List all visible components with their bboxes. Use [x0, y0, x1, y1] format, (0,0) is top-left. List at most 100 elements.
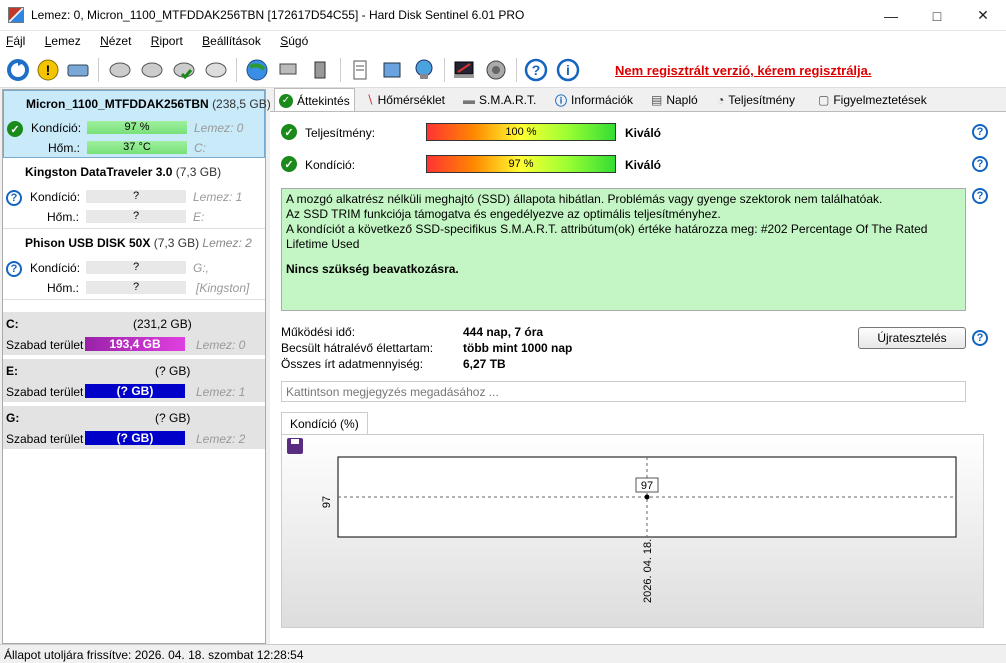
temperature-label: Hőm.: — [47, 281, 80, 295]
refresh-icon[interactable] — [4, 56, 32, 84]
written-label: Összes írt adatmennyiség: — [281, 357, 424, 371]
globe-icon[interactable] — [243, 56, 271, 84]
menu-help[interactable]: Súgó — [274, 31, 314, 48]
computer-icon[interactable] — [306, 56, 334, 84]
report-icon[interactable] — [346, 56, 374, 84]
volume-letter: C: — [6, 317, 19, 331]
menu-view[interactable]: Nézet — [94, 31, 137, 48]
disk-list-pane: Micron_1100_MTFDDAK256TBN (238,5 GB) ✓ K… — [2, 89, 271, 644]
volume-entry-g[interactable]: G: (? GB) Szabad terület (? GB) Lemez: 2 — [3, 406, 265, 450]
menu-settings[interactable]: Beállítások — [196, 31, 267, 48]
svg-text:?: ? — [532, 62, 541, 78]
status-help-icon[interactable]: ? — [972, 188, 988, 204]
condition-bar: ? — [86, 190, 186, 203]
info-icon[interactable]: i — [554, 56, 582, 84]
free-space-bar: 193,4 GB — [85, 337, 185, 351]
window-title: Lemez: 0, Micron_1100_MTFDDAK256TBN [172… — [31, 8, 525, 22]
chart-tab-condition[interactable]: Kondíció (%) — [281, 412, 368, 435]
chart-svg: 97 97 2026. 04. 18. — [287, 438, 957, 603]
svg-text:!: ! — [46, 62, 51, 78]
volume-entry-e[interactable]: E: (? GB) Szabad terület (? GB) Lemez: 1 — [3, 359, 265, 403]
disk-icon[interactable] — [64, 56, 92, 84]
condition-help-icon[interactable]: ? — [972, 156, 988, 172]
minimize-button[interactable]: — — [868, 0, 914, 31]
thermometer-icon: ∖ — [366, 93, 374, 107]
temperature-bar: 37 °C — [87, 141, 187, 154]
tab-log[interactable]: ▤ Napló — [647, 89, 702, 111]
temperature-bar: ? — [86, 210, 186, 223]
tab-performance[interactable]: ◔ Teljesítmény — [713, 89, 799, 111]
drive-letter: G:, — [193, 261, 210, 275]
close-button[interactable]: ✕ — [960, 0, 1006, 31]
volume-label: [Kingston] — [196, 281, 250, 295]
free-space-label: Szabad terület — [6, 338, 84, 352]
question-icon: ? — [6, 190, 22, 206]
disk-surface-icon[interactable] — [138, 56, 166, 84]
menu-file[interactable]: Fájl — [0, 31, 31, 48]
status-line: A kondíciót a következő SSD-specifikus S… — [286, 222, 928, 251]
disk-number: Lemez: 0 — [196, 338, 246, 352]
disk-name: Phison USB DISK 50X (7,3 GB) Lemez: 2 — [25, 236, 252, 250]
uptime-label: Működési idő: — [281, 325, 356, 339]
disk-tools-icon[interactable] — [202, 56, 230, 84]
app-icon — [8, 7, 24, 23]
menu-report[interactable]: Riport — [145, 31, 189, 48]
performance-rating: Kiváló — [625, 126, 662, 140]
condition-label: Kondíció: — [30, 190, 81, 204]
menu-disk[interactable]: Lemez — [39, 31, 87, 48]
y-tick-label: 97 — [321, 496, 333, 508]
disk-entry-1[interactable]: Kingston DataTraveler 3.0 (7,3 GB) ? Kon… — [3, 159, 265, 229]
retest-button[interactable]: Újratesztelés — [858, 327, 966, 349]
status-line: A mozgó alkatrész nélküli meghajtó (SSD)… — [286, 192, 883, 206]
condition-rating: Kiváló — [625, 158, 662, 172]
sound-icon[interactable] — [482, 56, 510, 84]
ok-check-icon: ✓ — [7, 121, 23, 137]
disk-entry-2[interactable]: Phison USB DISK 50X (7,3 GB) Lemez: 2 ? … — [3, 230, 265, 300]
temperature-label: Hőm.: — [47, 210, 80, 224]
disk-entry-0[interactable]: Micron_1100_MTFDDAK256TBN (238,5 GB) ✓ K… — [3, 90, 271, 158]
temperature-bar: ? — [86, 281, 186, 294]
help-icon[interactable]: ? — [522, 56, 550, 84]
volume-entry-c[interactable]: C: (231,2 GB) Szabad terület 193,4 GB Le… — [3, 312, 265, 356]
disk-ok-icon[interactable] — [170, 56, 198, 84]
volume-size: (231,2 GB) — [133, 317, 192, 331]
tab-alerts[interactable]: ▢ Figyelmeztetések — [814, 89, 931, 111]
volume-size: (? GB) — [155, 411, 191, 425]
free-space-bar: (? GB) — [85, 384, 185, 398]
svg-text:i: i — [566, 62, 570, 78]
alerts-icon: ▢ — [818, 93, 830, 107]
monitor-icon[interactable] — [450, 56, 478, 84]
performance-ok-icon: ✓ — [281, 124, 297, 140]
tab-information[interactable]: ⓘ Információk — [551, 89, 637, 111]
send-report-icon[interactable] — [378, 56, 406, 84]
comment-input[interactable]: Kattintson megjegyzés megadásához ... — [281, 381, 966, 402]
smart-icon: ▬ — [463, 93, 475, 107]
register-link[interactable]: Nem regisztrált verzió, kérem regisztrál… — [615, 63, 872, 78]
performance-help-icon[interactable]: ? — [972, 124, 988, 140]
condition-label: Kondíció: — [305, 158, 356, 172]
network-disk-icon[interactable] — [274, 56, 302, 84]
tab-bar: ✓ Áttekintés ∖ Hőmérséklet ▬ S.M.A.R.T. ⓘ In… — [270, 88, 1006, 112]
retest-help-icon[interactable]: ? — [972, 330, 988, 346]
data-point — [644, 494, 650, 500]
tab-smart[interactable]: ▬ S.M.A.R.T. — [459, 89, 540, 111]
condition-chart: 97 97 2026. 04. 18. — [281, 434, 984, 628]
disk-name: Kingston DataTraveler 3.0 (7,3 GB) — [25, 165, 222, 179]
condition-bar: ? — [86, 261, 186, 274]
disk-number: Lemez: 0 — [194, 121, 244, 135]
tab-overview[interactable]: ✓ Áttekintés — [274, 88, 355, 112]
web-report-icon[interactable] — [410, 56, 438, 84]
disk-number: Lemez: 2 — [196, 432, 246, 446]
overview-panel: ✓ Teljesítmény: 100 % Kiváló ? ✓ Kondíci… — [270, 111, 1006, 644]
drive-letter: C: — [194, 141, 206, 155]
drive-letter: E: — [193, 210, 205, 224]
x-tick-label: 2026. 04. 18. — [642, 539, 654, 603]
alert-icon[interactable]: ! — [34, 56, 62, 84]
tab-temperature[interactable]: ∖ Hőmérséklet — [362, 89, 449, 111]
written-value: 6,27 TB — [463, 357, 506, 371]
data-label: 97 — [641, 480, 653, 492]
performance-gauge: 100 % — [426, 123, 616, 141]
maximize-button[interactable]: □ — [914, 0, 960, 31]
status-description: A mozgó alkatrész nélküli meghajtó (SSD)… — [281, 188, 966, 311]
disk-test-icon[interactable] — [106, 56, 134, 84]
